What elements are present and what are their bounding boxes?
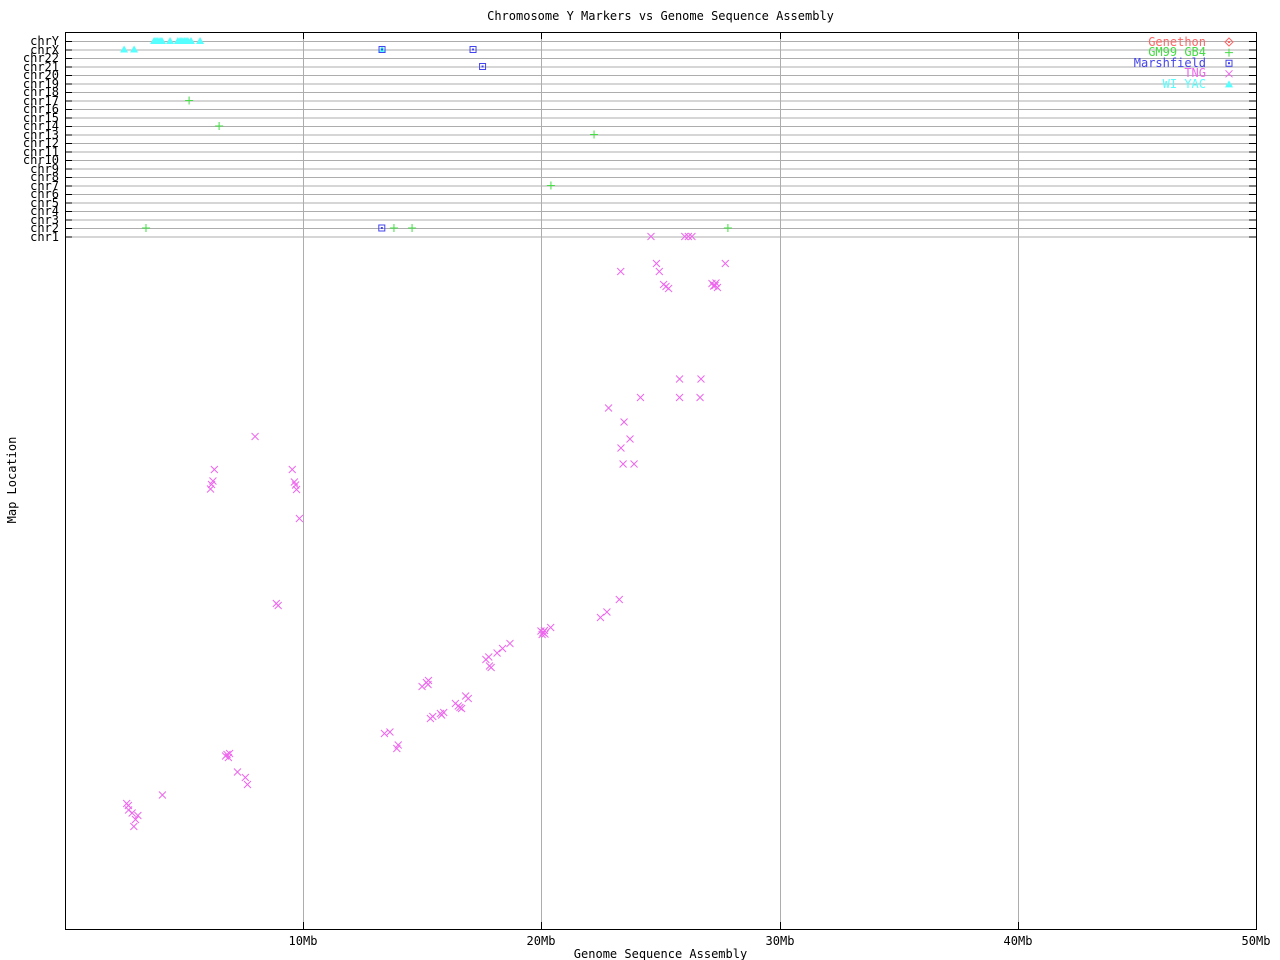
marker-wi-yac bbox=[130, 45, 139, 53]
marker-tng bbox=[487, 663, 495, 672]
marker-tng bbox=[626, 435, 634, 443]
plot-border bbox=[65, 32, 1257, 930]
marker-tng bbox=[619, 460, 627, 468]
marker-tng bbox=[426, 714, 435, 723]
marker-tng bbox=[620, 418, 628, 426]
marker-tng bbox=[604, 404, 613, 412]
marker-tng bbox=[482, 655, 490, 664]
marker-wi-yac bbox=[166, 37, 175, 44]
marker-tng bbox=[418, 682, 426, 691]
marker-tng bbox=[243, 780, 252, 789]
marker-tng bbox=[697, 375, 705, 383]
marker-tng bbox=[380, 729, 389, 738]
y-tick-label-chr1: chr1 bbox=[30, 229, 59, 244]
marker-tng bbox=[274, 601, 283, 610]
marker-tng bbox=[546, 623, 555, 632]
marker-tng bbox=[615, 595, 624, 604]
x-tick-label-20Mb: 20Mb bbox=[526, 934, 556, 948]
marker-tng bbox=[506, 639, 514, 648]
marker-tng bbox=[464, 694, 473, 703]
marker-gm99-gb4 bbox=[389, 224, 398, 232]
marker-gm99-gb4 bbox=[723, 224, 732, 232]
marker-tng bbox=[617, 444, 625, 452]
marker-wi-yac bbox=[120, 45, 129, 53]
marker-tng bbox=[251, 432, 259, 441]
x-tick-label-40Mb: 40Mb bbox=[1003, 934, 1033, 948]
marker-tng bbox=[210, 465, 219, 474]
marker-tng bbox=[498, 644, 507, 653]
marker-tng bbox=[424, 680, 432, 689]
marker-tng bbox=[696, 393, 704, 402]
marker-tng bbox=[129, 822, 138, 831]
x-tick-label-50Mb: 50Mb bbox=[1241, 934, 1271, 948]
marker-tng bbox=[616, 267, 625, 276]
marker-tng bbox=[386, 728, 394, 736]
marker-tng bbox=[158, 791, 167, 799]
marker-tng bbox=[630, 460, 638, 468]
marker-tng bbox=[603, 608, 611, 616]
marker-tng bbox=[233, 768, 242, 776]
marker-tng bbox=[493, 649, 501, 657]
marker-tng bbox=[636, 393, 645, 402]
marker-tng bbox=[241, 773, 250, 782]
x-tick-label-10Mb: 10Mb bbox=[288, 934, 318, 948]
marker-tng bbox=[675, 375, 684, 383]
x-tick-label-30Mb: 30Mb bbox=[765, 934, 795, 948]
marker-gm99-gb4 bbox=[408, 224, 417, 232]
marker-tng bbox=[292, 485, 301, 494]
marker-gm99-gb4 bbox=[185, 96, 194, 105]
marker-gm99-gb4 bbox=[141, 224, 150, 232]
marker-tng bbox=[652, 259, 661, 268]
marker-tng bbox=[288, 465, 297, 474]
marker-wi-yac bbox=[196, 37, 205, 44]
marker-tng bbox=[128, 809, 137, 817]
marker-tng bbox=[721, 259, 730, 268]
marker-tng bbox=[596, 613, 605, 622]
marker-gm99-gb4 bbox=[590, 130, 599, 139]
marker-tng bbox=[295, 514, 304, 523]
marker-gm99-gb4 bbox=[215, 122, 224, 130]
marker-tng bbox=[664, 284, 673, 293]
plot-area bbox=[65, 32, 1257, 930]
marker-gm99-gb4 bbox=[546, 181, 555, 190]
legend-marker-tng bbox=[1225, 69, 1233, 78]
marker-tng bbox=[655, 267, 664, 276]
legend-marker-marshfield bbox=[1225, 59, 1233, 67]
marker-tng bbox=[675, 393, 684, 402]
marker-tng bbox=[206, 485, 215, 493]
marker-tng bbox=[134, 811, 142, 820]
marker-tng bbox=[131, 815, 140, 824]
legend-label-wi-yac: WI YAC bbox=[1162, 76, 1206, 91]
